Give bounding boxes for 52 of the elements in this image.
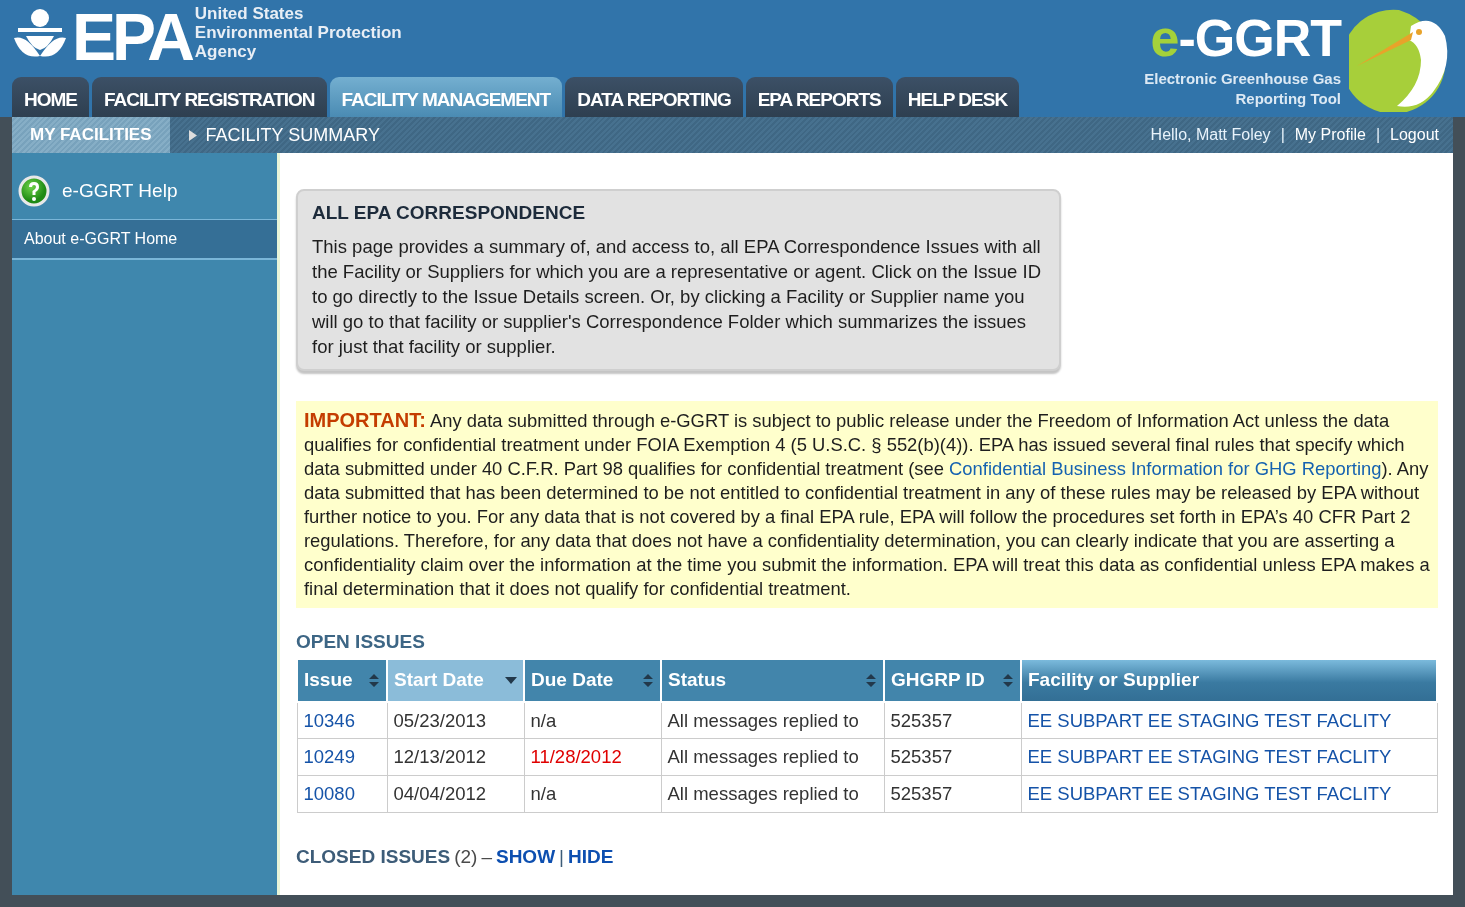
app-subtitle: Electronic Greenhouse Gas Reporting Tool [1144,69,1341,110]
nav-tab[interactable]: EPA REPORTS [745,77,893,117]
hide-link[interactable]: HIDE [568,842,614,872]
nav-tab[interactable]: DATA REPORTING [565,77,743,117]
header-link[interactable]: Logout [1390,123,1439,147]
sort-icon [865,672,877,688]
agency-logo: EPA [72,4,191,70]
notice-link[interactable]: Confidential Business Information for GHG Reporting [949,457,1382,479]
table-cell: 05/23/2013 [387,701,524,739]
notice-text: IMPORTANT: Any data submitted through e-GGRT is subject to public release under the Freedom of Information Act unless the data qualifies for confidential treatment under FOIA Exemption 4 (5 U.S.C. § 552(b)(4)). EPA has issued several final rules that specify which data submitted under 40 C.F.R. Part 98 qualifies for confidential treatment (see Confidential Business Information for GHG Reporting). Any data submitted that has been determined to be not entitled to confidential treatment in any of these rules may be released by EPA without further notice to you. For any data that is not covered by a final EPA rule, EPA will follow the procedures set forth in EPA’s 40 CFR Part 2 regulations. Therefore, for any data that does not have a confidentiality determination, you can clearly indicate that you are asserting a confidentiality claim over the information at the time you submit the information. EPA will treat this data as confidential unless EPA makes a final determination that it does not qualify for confidential treatment. [304,407,1430,601]
help-link[interactable]: e-GGRT Help [62,176,178,206]
column-header[interactable]: GHGRP ID [884,660,1021,702]
panel-title: ALL EPA CORRESPONDENCE [312,201,587,225]
nav-tab[interactable]: FACILITY REGISTRATION [92,77,327,117]
separator-text: | [1280,125,1285,145]
sort-icon [368,672,380,688]
app-logo: e-GGRT [1150,13,1341,64]
panel-text: This page provides a summary of, and access to, all EPA Correspondence Issues with all the Facility or Suppliers for which you are a representative or agent. Click on the Issue ID to go directly to the Issue Details screen. Or, by clicking a Facility or Supplier name you will go to that facility or supplier's Correspondence Folder which summarizes the issues for just that facility or supplier. [312,234,1043,359]
sort-down-icon [505,675,517,685]
triangle-icon [187,128,198,142]
table-cell: 04/04/2012 [387,775,524,813]
greeting-text: Hello, Matt Foley [1150,125,1271,145]
agency-name: United States Environmental Protection Agency [194,4,402,61]
dash-text: – [481,844,492,869]
table-cell: n/a [524,701,661,739]
count-text: (2) [454,844,478,869]
table-cell: 525357 [884,738,1021,776]
table-cell: 12/13/2012 [387,738,524,776]
separator-text: | [1375,125,1381,145]
column-header[interactable]: Status [661,660,884,702]
show-link[interactable]: SHOW [495,842,556,872]
section-title: OPEN ISSUES [296,629,426,654]
column-header[interactable]: Facility or Supplier [1021,660,1437,702]
sort-icon [1002,672,1014,688]
table-cell: 525357 [884,701,1021,739]
header-link[interactable]: My Profile [1294,123,1366,147]
column-header[interactable]: Due Date [524,660,661,702]
table-cell: All messages replied to [661,738,884,776]
nav-tab[interactable]: HELP DESK [895,77,1020,117]
sidebar-link[interactable]: About e-GGRT Home [12,220,277,260]
table-cell: n/a [524,775,661,813]
sort-icon [642,672,654,688]
help-icon [18,175,50,207]
table-cell: 525357 [884,775,1021,813]
nav-tab[interactable]: HOME [12,77,89,117]
column-header[interactable]: Issue [297,660,387,702]
table-cell: All messages replied to [661,775,884,813]
table-cell: 11/28/2012 [524,738,661,776]
table-cell: All messages replied to [661,701,884,739]
separator-text: | [559,844,564,869]
section-title: CLOSED ISSUES [296,844,451,869]
subnav-link[interactable]: FACILITY SUMMARY [169,117,398,153]
